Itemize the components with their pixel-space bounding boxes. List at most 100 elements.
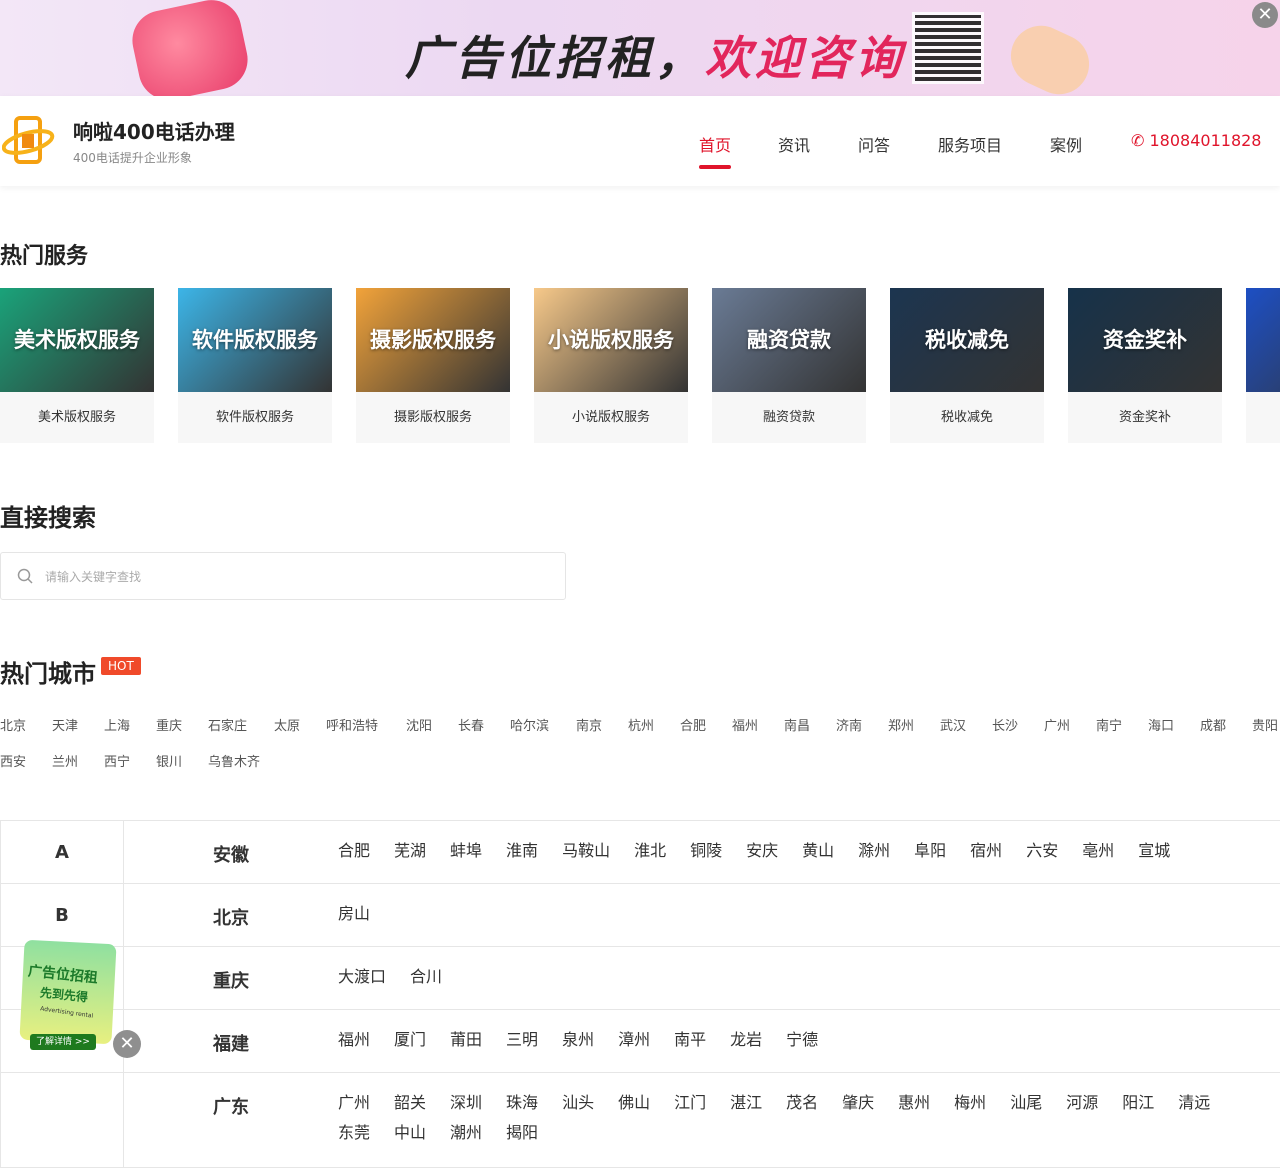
hot-city-link[interactable]: 南宁 — [1096, 715, 1122, 734]
city-link[interactable]: 三明 — [506, 1025, 538, 1055]
city-link[interactable]: 肇庆 — [842, 1088, 874, 1118]
hot-city-link[interactable]: 成都 — [1200, 715, 1226, 734]
city-link[interactable]: 南平 — [674, 1025, 706, 1055]
city-link[interactable]: 广州 — [338, 1088, 370, 1118]
city-link[interactable]: 湛江 — [730, 1088, 762, 1118]
hot-city-link[interactable]: 长春 — [458, 715, 484, 734]
province-name[interactable]: 重庆 — [213, 967, 249, 993]
hot-city-link[interactable]: 郑州 — [888, 715, 914, 734]
hot-city-link[interactable]: 济南 — [836, 715, 862, 734]
service-card[interactable]: 摄影版权服务 摄影版权服务 — [356, 288, 510, 443]
city-link[interactable]: 汕尾 — [1010, 1088, 1042, 1118]
city-link[interactable]: 中山 — [394, 1118, 426, 1148]
city-link[interactable]: 六安 — [1026, 836, 1058, 866]
nav-news[interactable]: 资讯 — [778, 132, 810, 156]
floating-ad[interactable]: 广告位招租 先到先得 Advertising rental 了解详情 >> — [18, 939, 117, 1052]
hot-city-link[interactable]: 太原 — [274, 715, 300, 734]
hot-city-link[interactable]: 合肥 — [680, 715, 706, 734]
ad-details-button[interactable]: 了解详情 >> — [30, 1034, 96, 1050]
city-link[interactable]: 茂名 — [786, 1088, 818, 1118]
nav-services[interactable]: 服务项目 — [938, 132, 1002, 156]
city-link[interactable]: 东莞 — [338, 1118, 370, 1148]
nav-qa[interactable]: 问答 — [858, 132, 890, 156]
service-card[interactable]: 软件版权服务 软件版权服务 — [178, 288, 332, 443]
city-link[interactable]: 清远 — [1178, 1088, 1210, 1118]
hot-city-link[interactable]: 贵阳 — [1252, 715, 1278, 734]
hot-city-link[interactable]: 长沙 — [992, 715, 1018, 734]
hot-city-link[interactable]: 广州 — [1044, 715, 1070, 734]
hot-city-link[interactable]: 上海 — [104, 715, 130, 734]
floating-ad-close-button[interactable]: ✕ — [113, 1030, 141, 1058]
search-input[interactable] — [45, 565, 545, 589]
banner-close-button[interactable]: ✕ — [1252, 2, 1278, 28]
hot-city-link[interactable]: 南京 — [576, 715, 602, 734]
hot-city-link[interactable]: 福州 — [732, 715, 758, 734]
hot-city-link[interactable]: 乌鲁木齐 — [208, 751, 260, 770]
city-link[interactable]: 河源 — [1066, 1088, 1098, 1118]
hot-city-link[interactable]: 银川 — [156, 751, 182, 770]
province-name[interactable]: 安徽 — [213, 841, 249, 867]
top-ad-banner[interactable]: 广告位招租，欢迎咨询 ✕ — [0, 0, 1280, 96]
hot-city-link[interactable]: 哈尔滨 — [510, 715, 549, 734]
city-link[interactable]: 福州 — [338, 1025, 370, 1055]
city-link[interactable]: 淮北 — [634, 836, 666, 866]
city-link[interactable]: 滁州 — [858, 836, 890, 866]
city-link[interactable]: 铜陵 — [690, 836, 722, 866]
city-link[interactable]: 阳江 — [1122, 1088, 1154, 1118]
city-link[interactable]: 梅州 — [954, 1088, 986, 1118]
hot-city-link[interactable]: 重庆 — [156, 715, 182, 734]
province-name[interactable]: 福建 — [213, 1030, 249, 1056]
city-link[interactable]: 珠海 — [506, 1088, 538, 1118]
province-name[interactable]: 广东 — [213, 1093, 249, 1119]
city-link[interactable]: 淮南 — [506, 836, 538, 866]
hot-city-link[interactable]: 沈阳 — [406, 715, 432, 734]
phone-link[interactable]: ✆ 18084011828 — [1131, 131, 1261, 150]
nav-cases[interactable]: 案例 — [1050, 132, 1082, 156]
city-link[interactable]: 宁德 — [786, 1025, 818, 1055]
hot-city-link[interactable]: 杭州 — [628, 715, 654, 734]
hot-city-link[interactable]: 西安 — [0, 751, 26, 770]
hot-city-link[interactable]: 海口 — [1148, 715, 1174, 734]
site-name[interactable]: 响啦400电话办理 — [73, 116, 235, 145]
city-link[interactable]: 深圳 — [450, 1088, 482, 1118]
hot-city-link[interactable]: 南昌 — [784, 715, 810, 734]
city-link[interactable]: 佛山 — [618, 1088, 650, 1118]
service-card[interactable]: 资金奖补 资金奖补 — [1068, 288, 1222, 443]
hot-city-link[interactable]: 武汉 — [940, 715, 966, 734]
city-link[interactable]: 漳州 — [618, 1025, 650, 1055]
city-link[interactable]: 宿州 — [970, 836, 1002, 866]
city-link[interactable]: 潮州 — [450, 1118, 482, 1148]
nav-home[interactable]: 首页 — [699, 132, 732, 169]
service-card[interactable]: 税收减免 税收减免 — [890, 288, 1044, 443]
hot-city-link[interactable]: 天津 — [52, 715, 78, 734]
city-link[interactable]: 合肥 — [338, 836, 370, 866]
city-link[interactable]: 惠州 — [898, 1088, 930, 1118]
hot-city-link[interactable]: 西宁 — [104, 751, 130, 770]
city-link[interactable]: 房山 — [338, 899, 370, 929]
service-card[interactable]: 融资贷款 融资贷款 — [712, 288, 866, 443]
logo-icon[interactable] — [2, 116, 56, 164]
city-link[interactable]: 蚌埠 — [450, 836, 482, 866]
city-link[interactable]: 宣城 — [1138, 836, 1170, 866]
hot-city-link[interactable]: 兰州 — [52, 751, 78, 770]
city-link[interactable]: 黄山 — [802, 836, 834, 866]
city-link[interactable]: 亳州 — [1082, 836, 1114, 866]
city-link[interactable]: 芜湖 — [394, 836, 426, 866]
city-link[interactable]: 马鞍山 — [562, 836, 610, 866]
service-card[interactable]: 美术版权服务 美术版权服务 — [0, 288, 154, 443]
city-link[interactable]: 江门 — [674, 1088, 706, 1118]
service-card[interactable]: 项 — [1246, 288, 1280, 443]
city-link[interactable]: 莆田 — [450, 1025, 482, 1055]
city-link[interactable]: 厦门 — [394, 1025, 426, 1055]
city-link[interactable]: 揭阳 — [506, 1118, 538, 1148]
hot-city-link[interactable]: 呼和浩特 — [326, 715, 378, 734]
city-link[interactable]: 韶关 — [394, 1088, 426, 1118]
hot-city-link[interactable]: 北京 — [0, 715, 26, 734]
city-link[interactable]: 阜阳 — [914, 836, 946, 866]
province-name[interactable]: 北京 — [213, 904, 249, 930]
city-link[interactable]: 泉州 — [562, 1025, 594, 1055]
city-link[interactable]: 合川 — [410, 962, 442, 992]
city-link[interactable]: 龙岩 — [730, 1025, 762, 1055]
service-card[interactable]: 小说版权服务 小说版权服务 — [534, 288, 688, 443]
city-link[interactable]: 安庆 — [746, 836, 778, 866]
